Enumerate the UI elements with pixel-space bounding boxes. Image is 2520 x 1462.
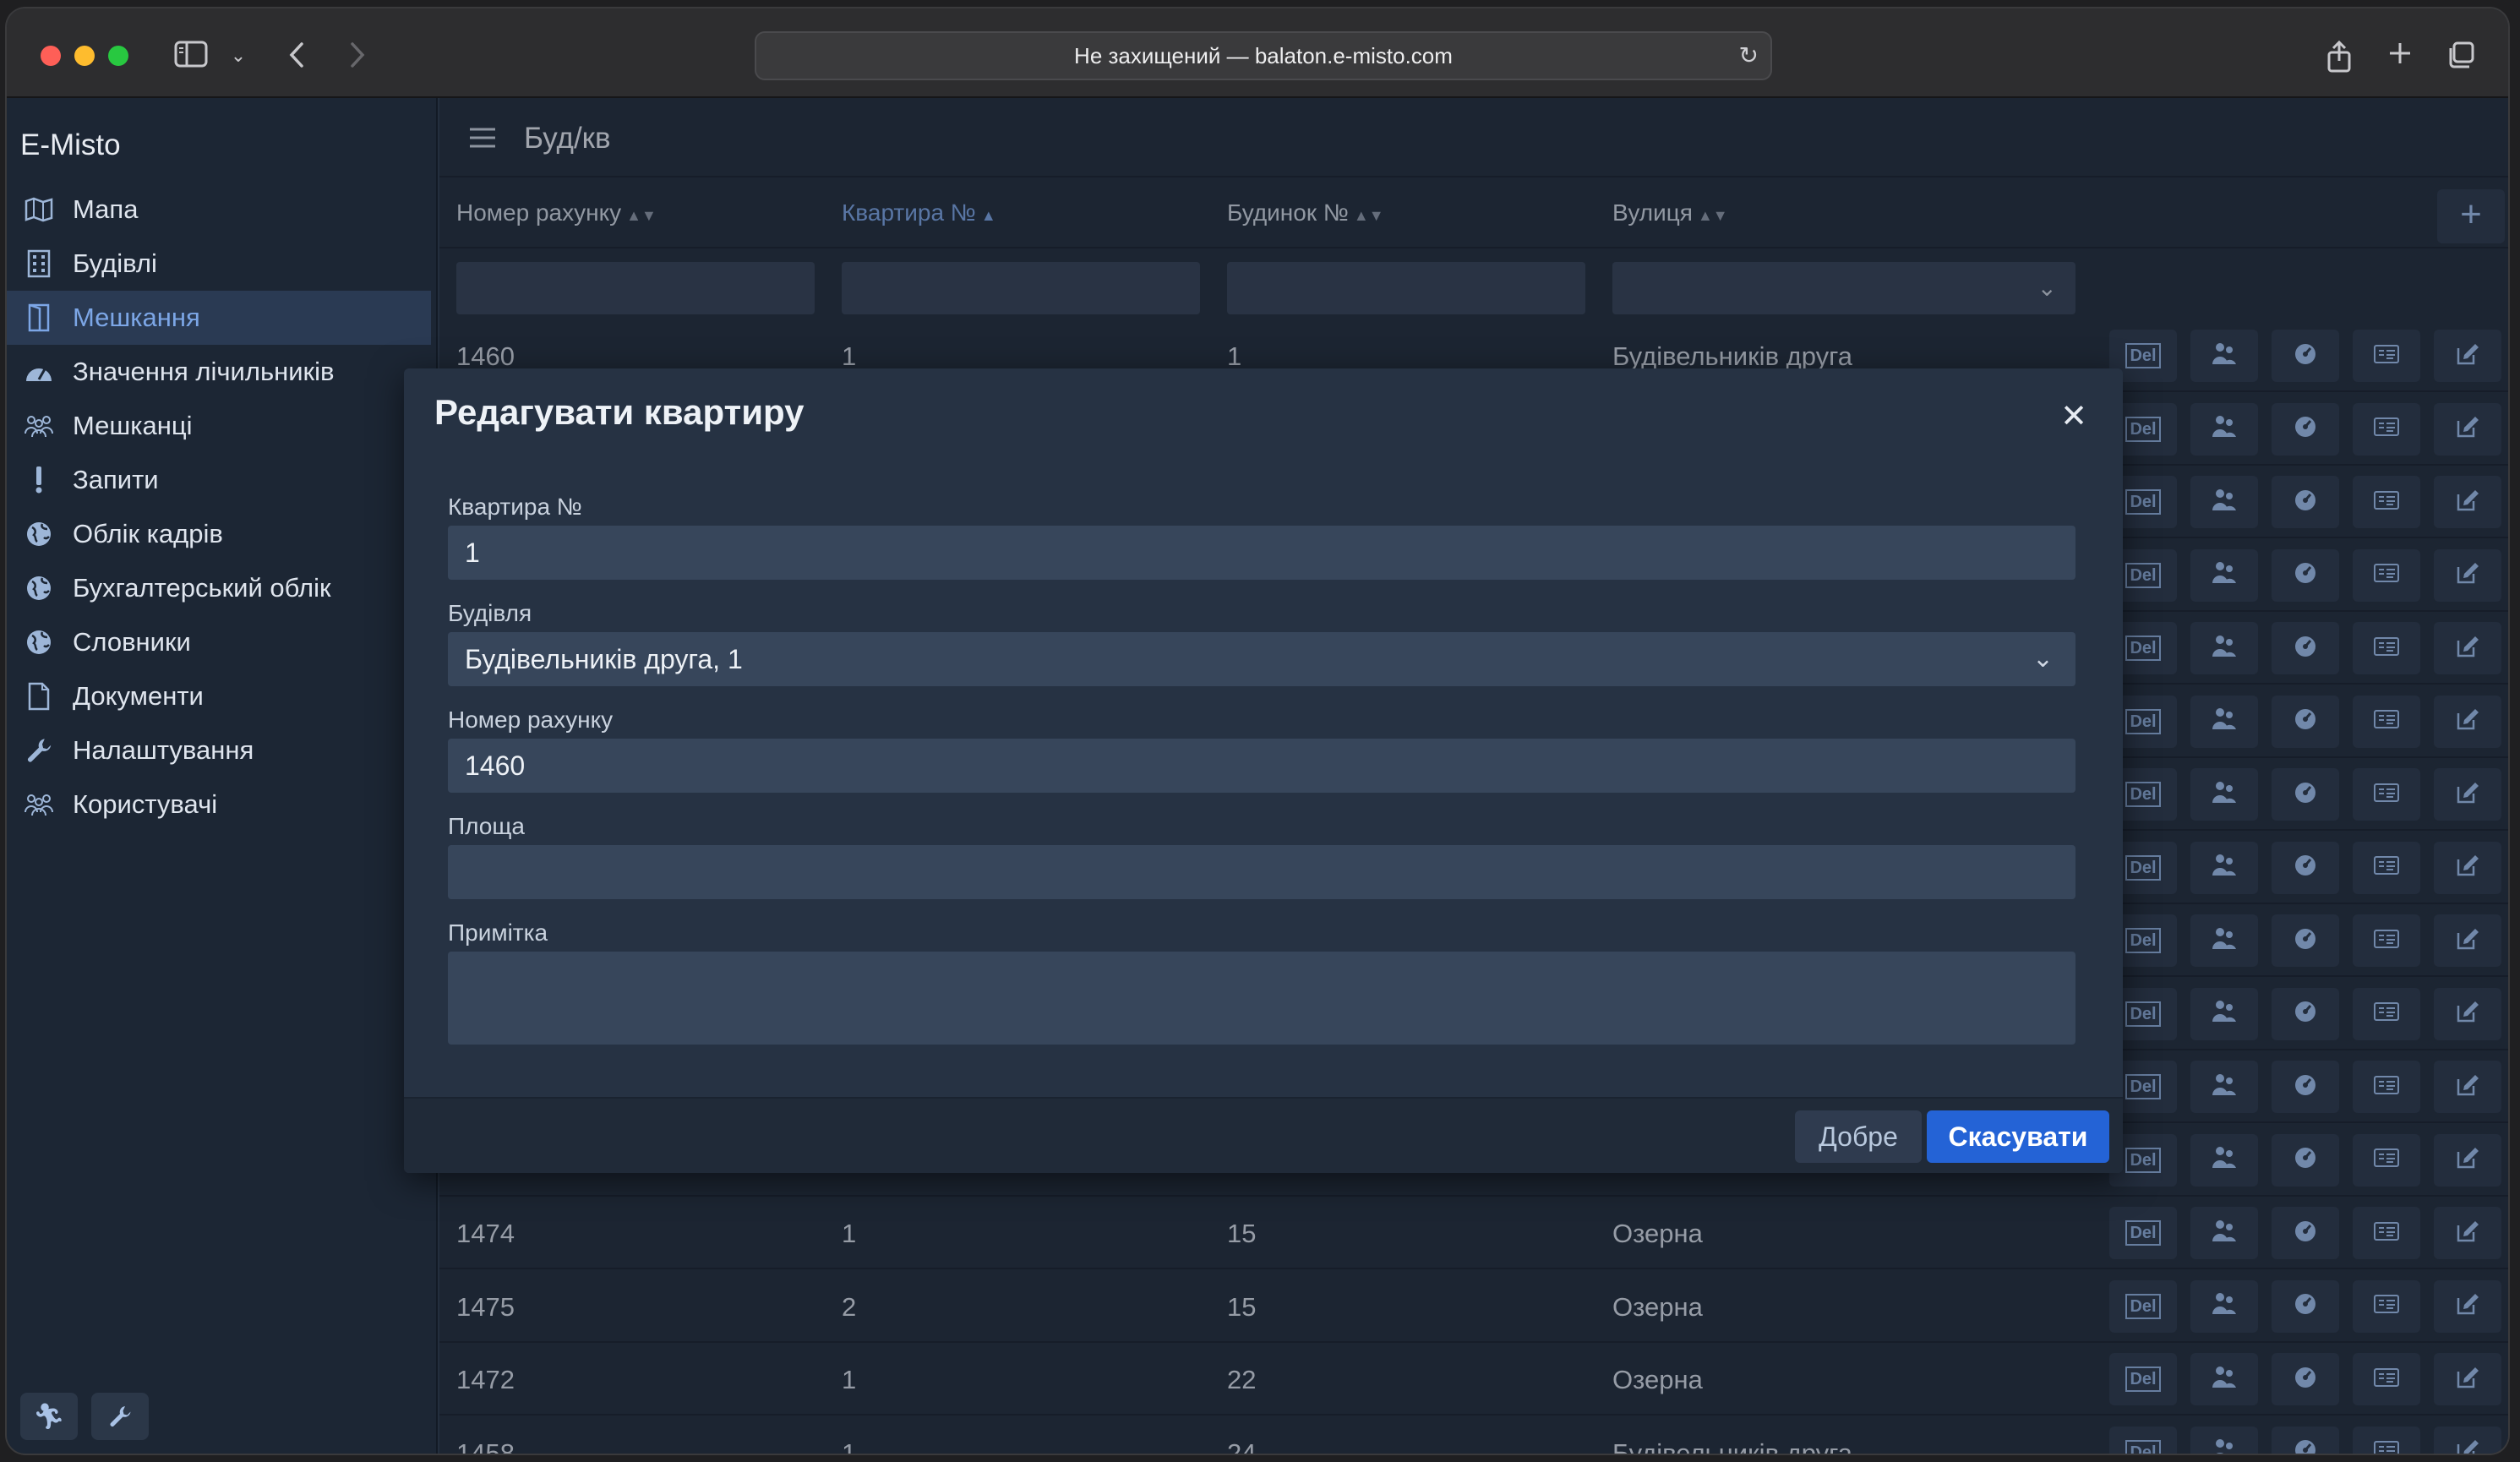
sidebar-item-label: Мапа — [73, 194, 139, 224]
new-tab-icon[interactable] — [2383, 41, 2417, 71]
tab-overview-icon[interactable] — [2444, 41, 2478, 71]
edit-apartment-dialog: Редагувати квартиру ✕ Квартира № 1 Будів… — [404, 368, 2123, 1173]
sidebar-item-8[interactable]: Словники› — [7, 615, 438, 669]
globe-icon — [22, 625, 56, 659]
ok-button[interactable]: Добре — [1795, 1110, 1922, 1163]
running-person-icon: 🏃︎ — [32, 1402, 66, 1431]
map-icon — [22, 193, 56, 226]
browser-window: ⌄ Не захищений — balaton.e-misto.com ↻ E… — [7, 8, 2508, 1454]
sidebar-item-label: Мешканці — [73, 411, 193, 440]
door-icon — [22, 301, 56, 335]
apartment-label: Квартира № — [448, 494, 582, 520]
sidebar-item-label: Користувачі — [73, 789, 218, 819]
sidebar-item-label: Документи — [73, 681, 204, 711]
app-title: E-Misto — [20, 128, 121, 161]
globe-icon — [22, 571, 56, 605]
back-icon[interactable] — [284, 41, 309, 71]
sidebar-nav: Мапа Будівлі Мешкання Значення лічильників М… — [7, 183, 438, 832]
sidebar-item-label: Будівлі — [73, 248, 157, 278]
close-window-button[interactable] — [41, 46, 61, 66]
account-field[interactable]: 1460 — [448, 739, 2075, 793]
note-textarea[interactable] — [448, 952, 2075, 1045]
sidebar-item-1[interactable]: Будівлі — [7, 237, 438, 291]
forward-icon[interactable] — [345, 41, 370, 71]
sidebar-item-label: Налаштування — [73, 735, 254, 765]
wrench-icon — [110, 1406, 131, 1427]
close-icon[interactable]: ✕ — [2060, 397, 2087, 435]
building-label: Будівля — [448, 600, 532, 626]
cancel-button[interactable]: Скасувати — [1927, 1110, 2109, 1163]
sidebar-item-2[interactable]: Мешкання — [7, 291, 431, 345]
sidebar-item-4[interactable]: Мешканці — [7, 399, 438, 453]
exclamation-icon — [22, 463, 56, 497]
sidebar-item-label: Мешкання — [73, 303, 200, 332]
sidebar-item-label: Облік кадрів — [73, 519, 223, 548]
building-value: Будівельників друга, 1 — [465, 644, 743, 674]
zoom-window-button[interactable] — [108, 46, 128, 66]
minimize-window-button[interactable] — [74, 46, 95, 66]
run-button[interactable]: 🏃︎ — [20, 1393, 78, 1440]
reload-icon[interactable]: ↻ — [1739, 33, 1759, 79]
sidebar-item-label: Значення лічильників — [73, 357, 335, 386]
sidebar-item-0[interactable]: Мапа — [7, 183, 438, 237]
building-icon — [22, 247, 56, 281]
sidebar-item-3[interactable]: Значення лічильників — [7, 345, 438, 399]
account-label: Номер рахунку — [448, 706, 614, 733]
sidebar-item-7[interactable]: Бухгалтерський облік› — [7, 561, 438, 615]
wrench-icon — [22, 734, 56, 767]
globe-icon — [22, 517, 56, 551]
sidebar-item-10[interactable]: Налаштування — [7, 723, 438, 777]
sidebar-item-6[interactable]: Облік кадрів› — [7, 507, 438, 561]
dialog-footer: Добре Скасувати — [404, 1097, 2123, 1173]
chevron-down-icon: ⌄ — [2032, 645, 2054, 673]
address-bar[interactable]: Не захищений — balaton.e-misto.com ↻ — [755, 31, 1772, 80]
share-icon[interactable] — [2322, 40, 2356, 73]
sidebar-item-label: Запити — [73, 465, 159, 494]
people-icon — [22, 788, 56, 821]
area-field[interactable] — [448, 845, 2075, 899]
sidebar-item-label: Бухгалтерський облік — [73, 573, 331, 603]
gauge-icon — [22, 355, 56, 389]
building-select[interactable]: Будівельників друга, 1 ⌄ — [448, 632, 2075, 686]
document-icon — [22, 679, 56, 713]
sidebar-toggle-icon[interactable] — [172, 41, 210, 71]
sidebar: E-Misto Мапа Будівлі Мешкання Значення лічи… — [7, 98, 438, 1454]
note-label: Примітка — [448, 919, 548, 946]
address-text: Не захищений — balaton.e-misto.com — [1074, 43, 1453, 68]
people-icon — [22, 409, 56, 443]
tools-button[interactable] — [91, 1393, 149, 1440]
sidebar-item-5[interactable]: Запити — [7, 453, 438, 507]
sidebar-footer: 🏃︎ — [20, 1393, 149, 1440]
apartment-field[interactable]: 1 — [448, 526, 2075, 580]
area-label: Площа — [448, 813, 525, 839]
sidebar-item-11[interactable]: Користувачі — [7, 777, 438, 832]
browser-toolbar: ⌄ Не захищений — balaton.e-misto.com ↻ — [7, 8, 2508, 98]
sidebar-item-9[interactable]: Документи› — [7, 669, 438, 723]
dialog-title: Редагувати квартиру — [434, 392, 805, 432]
sidebar-item-label: Словники — [73, 627, 191, 657]
chevron-down-icon[interactable]: ⌄ — [228, 41, 248, 71]
